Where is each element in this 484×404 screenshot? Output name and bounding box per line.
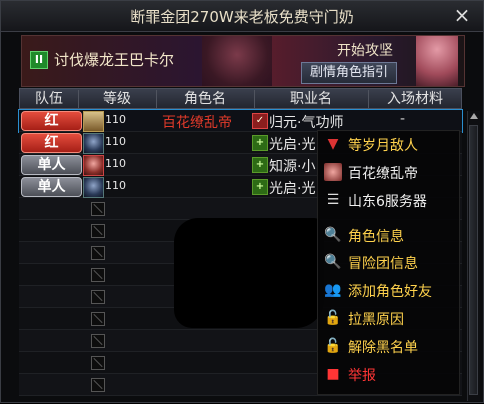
avatar <box>83 133 104 154</box>
empty-slot-icon <box>91 312 105 326</box>
empty-slot-icon <box>91 356 105 370</box>
header-name: 角色名 <box>156 90 255 108</box>
job-name: 光启·光 <box>269 137 316 153</box>
avatar-icon <box>324 163 342 181</box>
empty-slot-icon <box>91 224 105 238</box>
quest-badge-icon: II <box>30 51 48 69</box>
empty-slot-icon <box>91 268 105 282</box>
empty-slot-icon <box>91 246 105 260</box>
party-window: 断罪金团270W来老板免费守门奶 × II 讨伐爆龙王巴卡尔 开始攻坚 剧情角色… <box>0 0 484 403</box>
level: 110 <box>105 179 126 192</box>
report-icon: ■ <box>326 366 340 382</box>
character-art <box>416 36 458 86</box>
empty-slot-icon <box>91 202 105 216</box>
team-badge: 红 <box>21 111 82 131</box>
team-badge: 单人 <box>21 177 82 197</box>
menu-item-adventure-team[interactable]: 🔍 冒险团信息 <box>318 249 459 276</box>
level: 110 <box>105 157 126 170</box>
material: - <box>400 111 406 127</box>
window-title: 断罪金团270W来老板免费守门奶 <box>130 8 354 26</box>
menu-header-server: ☰ 山东6服务器 <box>318 187 459 214</box>
scroll-up-icon[interactable] <box>470 113 478 119</box>
context-menu: ▼ 等岁月敌人 百花缭乱帝 ☰ 山东6服务器 🔍 角色信息 🔍 冒险团信息 👥 … <box>317 130 460 395</box>
menu-item-add-friend[interactable]: 👥 添加角色好友 <box>318 277 459 304</box>
avatar <box>83 177 104 198</box>
unlock-icon: 🔓 <box>324 338 342 354</box>
empty-slot-icon <box>91 334 105 348</box>
job-icon: ✓ <box>252 113 268 129</box>
story-guide-button[interactable]: 剧情角色指引 <box>301 62 397 84</box>
title-bar: 断罪金团270W来老板免费守门奶 × <box>1 1 483 32</box>
quest-title: 讨伐爆龙王巴卡尔 <box>54 51 175 69</box>
team-badge: 单人 <box>21 155 82 175</box>
character-name: 百花缭乱帝 <box>162 115 232 131</box>
header-team: 队伍 <box>20 90 79 108</box>
menu-item-report[interactable]: ■ 举报 <box>318 361 459 388</box>
job-icon: + <box>252 157 268 173</box>
quest-banner: II 讨伐爆龙王巴卡尔 开始攻坚 剧情角色指引 <box>21 35 465 87</box>
job-name: 知源·小 <box>269 159 316 175</box>
header-level: 等级 <box>78 90 157 108</box>
empty-slot-icon <box>91 290 105 304</box>
scrollbar-thumb[interactable] <box>469 125 478 395</box>
magnifier-icon: 🔍 <box>324 254 342 270</box>
level: 110 <box>105 135 126 148</box>
job-icon: + <box>252 135 268 151</box>
table-header: 队伍 等级 角色名 职业名 入场材料 <box>19 88 462 109</box>
redaction-mask <box>174 218 324 328</box>
header-material: 入场材料 <box>387 91 443 107</box>
job-name: 归元·气功师 <box>269 115 344 131</box>
team-badge: 红 <box>21 133 82 153</box>
shield-icon: ▼ <box>327 136 339 152</box>
job-icon: + <box>252 179 268 195</box>
table-row[interactable]: 红 110 百花缭乱帝 ✓ 归元·气功师 - <box>18 109 463 133</box>
empty-slot-icon <box>91 378 105 392</box>
avatar <box>83 155 104 176</box>
avatar <box>83 111 104 132</box>
menu-item-unblock[interactable]: 🔓 解除黑名单 <box>318 333 459 360</box>
raid-start-title: 开始攻坚 <box>337 43 393 59</box>
menu-header-rank: ▼ 等岁月敌人 <box>318 131 459 158</box>
unlock-icon: 🔓 <box>324 310 342 326</box>
boss-art <box>202 36 272 86</box>
header-job: 职业名 <box>254 90 369 108</box>
level: 110 <box>105 113 126 126</box>
menu-header-name: 百花缭乱帝 <box>318 159 459 186</box>
scrollbar[interactable] <box>467 111 480 401</box>
close-icon[interactable]: × <box>451 4 473 26</box>
server-icon: ☰ <box>326 192 340 208</box>
menu-item-block-reason[interactable]: 🔓 拉黑原因 <box>318 305 459 332</box>
add-friend-icon: 👥 <box>324 282 342 298</box>
job-name: 光启·光 <box>269 181 316 197</box>
menu-item-character-info[interactable]: 🔍 角色信息 <box>318 222 459 249</box>
magnifier-icon: 🔍 <box>324 227 342 243</box>
